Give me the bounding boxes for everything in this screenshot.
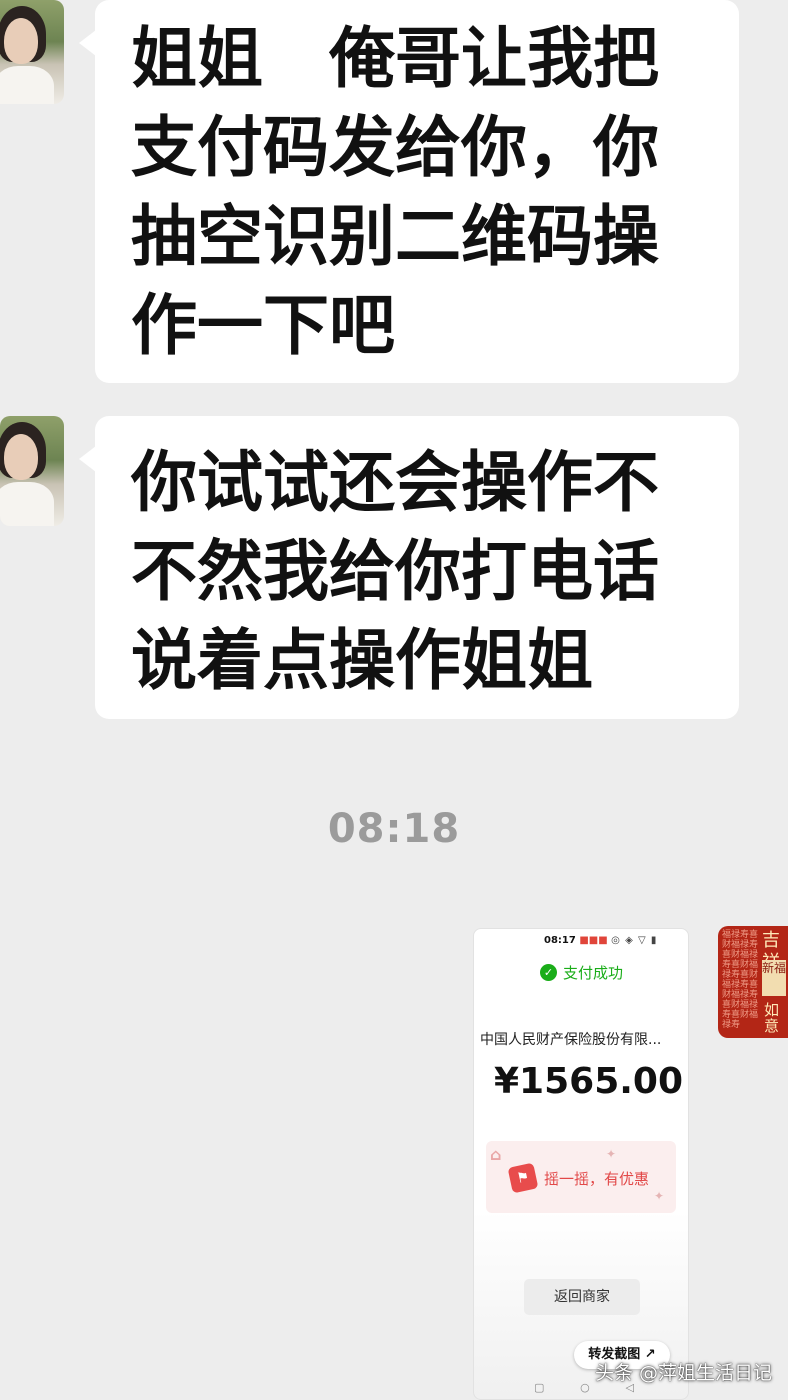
avatar-face <box>4 18 38 64</box>
contact-avatar[interactable] <box>0 416 64 526</box>
shake-promo-banner: ⌂ ✦ ✦ ⚑ 摇一摇，有优惠 <box>486 1141 676 1213</box>
check-icon: ✓ <box>540 964 557 981</box>
calligraphy-pattern: 福禄寿喜财福禄寿喜财福禄寿喜财福禄寿喜财福禄寿喜财福禄寿喜财福禄寿喜财福禄寿 <box>722 930 759 1030</box>
home-icon: ○ <box>580 1381 590 1394</box>
payment-success-row: ✓ 支付成功 <box>540 962 623 983</box>
avatar-shirt <box>0 482 54 526</box>
message-bubble[interactable]: 姐姐 俺哥让我把支付码发给你，你抽空识别二维码操作一下吧 <box>79 0 739 383</box>
avatar-shirt <box>0 66 54 104</box>
message-text: 姐姐 俺哥让我把支付码发给你，你抽空识别二维码操作一下吧 <box>131 20 659 364</box>
recent-apps-icon: ▢ <box>534 1381 545 1394</box>
blessing-bottom-text: 如意 <box>764 1001 780 1035</box>
merchant-name: 中国人民财产保险股份有限... <box>480 1032 662 1048</box>
chat-timestamp: 08:18 <box>327 806 461 852</box>
sparkle-icon: ✦ <box>654 1189 665 1203</box>
message-text: 你试试还会操作不不然我给你打电话说着点操作姐姐 <box>131 444 659 699</box>
bubble-tail <box>79 446 96 472</box>
sparkle-icon: ✦ <box>606 1147 617 1161</box>
bubble-tail <box>79 30 96 56</box>
contact-avatar[interactable] <box>0 0 64 104</box>
payment-amount: ¥1565.00 <box>494 1061 684 1102</box>
shake-icon: ⚑ <box>507 1162 539 1194</box>
message-bubble[interactable]: 你试试还会操作不不然我给你打电话说着点操作姐姐 <box>79 416 739 719</box>
promo-label: 摇一摇，有优惠 <box>544 1170 650 1188</box>
notification-icons: ■■■ <box>579 935 608 946</box>
promo-decoration-icon: ⌂ <box>490 1145 502 1164</box>
return-merchant-button: 返回商家 <box>524 1279 640 1315</box>
my-avatar[interactable]: 福禄寿喜财福禄寿喜财福禄寿喜财福禄寿喜财福禄寿喜财福禄寿喜财福禄寿喜财福禄寿 吉… <box>718 926 788 1038</box>
success-label: 支付成功 <box>563 964 624 982</box>
status-icons: ◎ ◈ ▽ ▮ <box>611 935 658 946</box>
screenshot-status-bar: 08:17 ■■■ ◎ ◈ ▽ ▮ <box>544 935 657 946</box>
status-time: 08:17 <box>544 935 576 946</box>
blessing-mid-text: 新福 <box>762 960 786 996</box>
sent-screenshot-image[interactable]: 08:17 ■■■ ◎ ◈ ▽ ▮ ✓ 支付成功 中国人民财产保险股份有限...… <box>473 928 689 1400</box>
avatar-face <box>4 434 38 480</box>
watermark: 头条 @萍姐生活日记 <box>594 1362 772 1384</box>
